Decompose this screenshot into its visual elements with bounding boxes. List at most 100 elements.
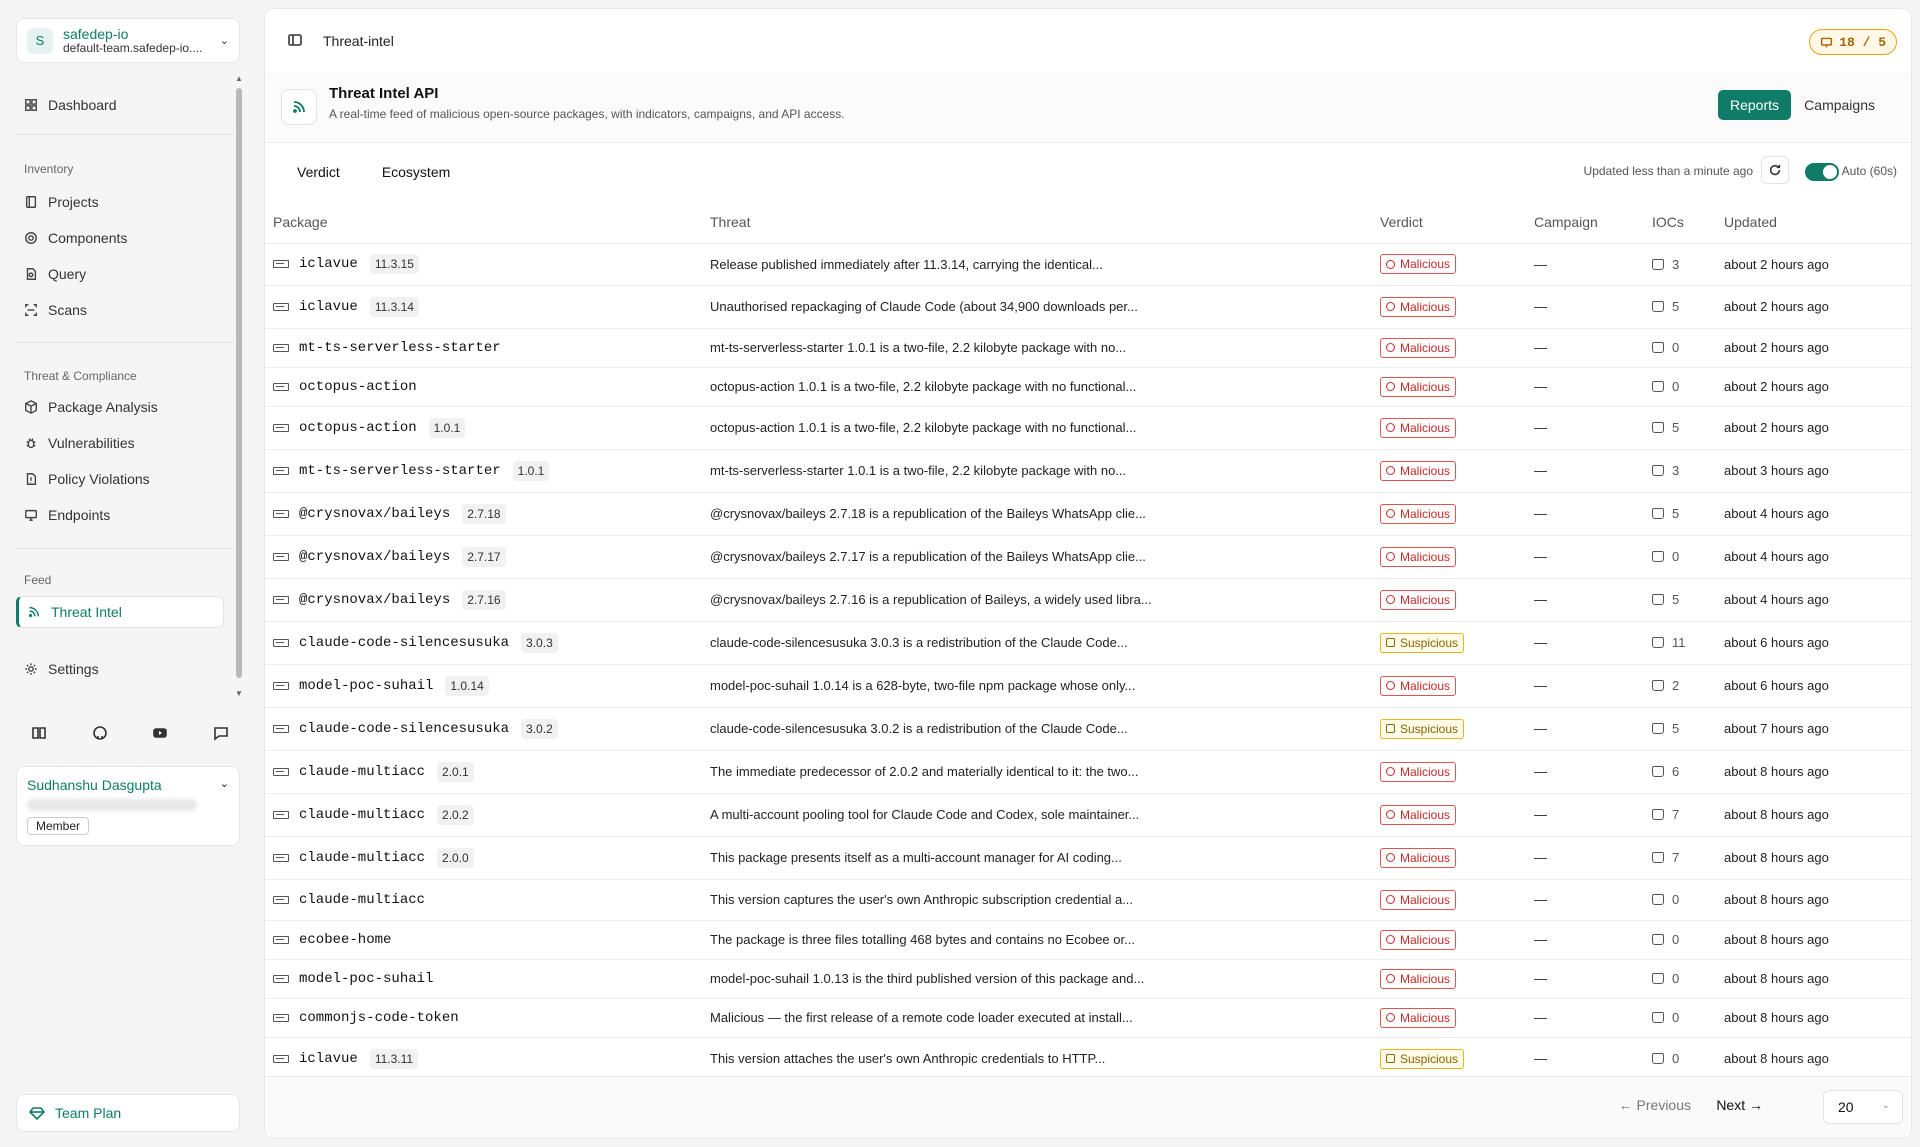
sidebar-item-settings[interactable]: Settings: [24, 654, 99, 684]
github-icon[interactable]: [91, 724, 109, 742]
table-row[interactable]: claude-multiacc 2.0.0 This package presen…: [265, 836, 1911, 880]
package-name[interactable]: claude-code-silencesusuka: [299, 721, 509, 737]
package-name[interactable]: model-poc-suhail: [299, 971, 433, 987]
package-name[interactable]: claude-multiacc: [299, 807, 425, 823]
auto-refresh-toggle[interactable]: [1805, 163, 1839, 181]
package-name[interactable]: octopus-action: [299, 379, 417, 395]
table-row[interactable]: mt-ts-serverless-starter 1.0.1 mt-ts-serv…: [265, 449, 1911, 493]
workspace-switcher[interactable]: S safedep-io default-team.safedep-io....…: [16, 18, 240, 63]
chat-icon[interactable]: [212, 724, 230, 742]
threat-cell: Release published immediately after 11.3…: [710, 243, 1380, 286]
package-name[interactable]: commonjs-code-token: [299, 1010, 459, 1026]
divider: [16, 134, 234, 135]
package-name[interactable]: iclavue: [299, 299, 358, 315]
package-icon: [273, 1054, 289, 1063]
scroll-up-icon[interactable]: ▲: [234, 74, 244, 83]
table-row[interactable]: @crysnovax/baileys 2.7.18 @crysnovax/bail…: [265, 492, 1911, 536]
package-name[interactable]: @crysnovax/baileys: [299, 506, 450, 522]
package-name[interactable]: claude-multiacc: [299, 764, 425, 780]
campaign-cell: —: [1534, 920, 1652, 960]
alert-icon: [1386, 466, 1395, 475]
threat-cell: The immediate predecessor of 2.0.2 and m…: [710, 750, 1380, 794]
role-badge: Member: [27, 817, 90, 835]
package-name[interactable]: octopus-action: [299, 420, 417, 436]
table-row[interactable]: iclavue 11.3.15 Release published immedia…: [265, 243, 1911, 286]
tab-campaigns[interactable]: Campaigns: [1796, 90, 1883, 120]
previous-button[interactable]: ← Previous: [1619, 1097, 1691, 1113]
topbar: Threat-intel 18 / 5: [265, 9, 1911, 73]
sidebar-item-vulnerabilities[interactable]: Vulnerabilities: [24, 428, 135, 458]
table-row[interactable]: claude-code-silencesusuka 3.0.2 claude-co…: [265, 707, 1911, 751]
table-row[interactable]: claude-multiacc 2.0.1 The immediate prede…: [265, 750, 1911, 794]
tab-reports[interactable]: Reports: [1717, 90, 1791, 120]
sidebar-item-scans[interactable]: Scans: [24, 295, 87, 325]
sidebar-item-endpoints[interactable]: Endpoints: [24, 500, 110, 530]
ioc-count: 7: [1672, 850, 1680, 865]
sidebar: S safedep-io default-team.safedep-io....…: [0, 0, 258, 1147]
sidebar-item-query[interactable]: Query: [24, 259, 86, 289]
column-header-verdict[interactable]: Verdict: [1380, 201, 1534, 244]
docs-icon[interactable]: [30, 724, 48, 742]
sidebar-item-components[interactable]: Components: [24, 223, 127, 253]
column-header-campaign[interactable]: Campaign: [1534, 201, 1652, 244]
page-size-select[interactable]: 20 ⌄: [1823, 1090, 1903, 1124]
table-row[interactable]: iclavue 11.3.14 Unauthorised repackaging …: [265, 285, 1911, 329]
table-row[interactable]: ecobee-home The package is three files t…: [265, 920, 1911, 960]
ioc-icon: [1652, 301, 1664, 312]
sidebar-item-package-analysis[interactable]: Package Analysis: [24, 392, 158, 422]
sidebar-scrollbar[interactable]: ▲ ▼: [234, 74, 244, 698]
sidebar-item-threat-intel[interactable]: Threat Intel: [16, 596, 224, 628]
table-row[interactable]: mt-ts-serverless-starter mt-ts-serverles…: [265, 328, 1911, 368]
verdict-label: Malicious: [1400, 340, 1451, 355]
table-header-row: Package Threat Verdict Campaign IOCs Upd…: [265, 201, 1911, 244]
ecosystem-filter[interactable]: Ecosystem: [382, 164, 450, 180]
package-name[interactable]: iclavue: [299, 256, 358, 272]
table-row[interactable]: commonjs-code-token Malicious — the firs…: [265, 998, 1911, 1038]
usage-badge[interactable]: 18 / 5: [1809, 29, 1897, 55]
package-name[interactable]: claude-code-silencesusuka: [299, 635, 509, 651]
table-row[interactable]: model-poc-suhail model-poc-suhail 1.0.13…: [265, 959, 1911, 999]
scrollbar-thumb[interactable]: [236, 88, 242, 678]
column-header-threat[interactable]: Threat: [710, 201, 1380, 244]
team-plan-button[interactable]: Team Plan: [16, 1094, 240, 1132]
package-name[interactable]: @crysnovax/baileys: [299, 549, 450, 565]
workspace-subtitle: default-team.safedep-io....: [63, 40, 203, 55]
column-header-updated[interactable]: Updated: [1724, 201, 1911, 244]
table-row[interactable]: model-poc-suhail 1.0.14 model-poc-suhail …: [265, 664, 1911, 708]
package-name[interactable]: model-poc-suhail: [299, 678, 433, 694]
package-name[interactable]: claude-multiacc: [299, 850, 425, 866]
package-name[interactable]: mt-ts-serverless-starter: [299, 340, 501, 356]
youtube-icon[interactable]: [151, 724, 169, 742]
package-name[interactable]: @crysnovax/baileys: [299, 592, 450, 608]
table-row[interactable]: octopus-action 1.0.1 octopus-action 1.0.1…: [265, 406, 1911, 450]
updated-cell: about 2 hours ago: [1724, 243, 1911, 286]
column-header-package[interactable]: Package: [265, 201, 710, 244]
sidebar-item-dashboard[interactable]: Dashboard: [24, 90, 117, 120]
sidebar-toggle-icon[interactable]: [287, 32, 303, 51]
next-button[interactable]: Next →: [1716, 1097, 1763, 1113]
user-card[interactable]: Sudhanshu Dasgupta ⌄ Member: [16, 766, 240, 846]
package-name[interactable]: iclavue: [299, 1051, 358, 1067]
package-name[interactable]: claude-multiacc: [299, 892, 425, 908]
column-header-iocs[interactable]: IOCs: [1652, 201, 1724, 244]
table-row[interactable]: @crysnovax/baileys 2.7.17 @crysnovax/bail…: [265, 535, 1911, 579]
table-row[interactable]: claude-code-silencesusuka 3.0.3 claude-co…: [265, 621, 1911, 665]
sidebar-item-policy-violations[interactable]: Policy Violations: [24, 464, 150, 494]
package-cell: model-poc-suhail 1.0.14: [265, 664, 710, 708]
updated-cell: about 8 hours ago: [1724, 836, 1911, 880]
scroll-down-icon[interactable]: ▼: [234, 689, 244, 698]
warning-icon: [1386, 1054, 1395, 1063]
ioc-count: 0: [1672, 549, 1680, 564]
table-row[interactable]: iclavue 11.3.11 This version attaches the…: [265, 1037, 1911, 1081]
table-row[interactable]: octopus-action octopus-action 1.0.1 is a…: [265, 367, 1911, 407]
verdict-filter[interactable]: Verdict: [297, 164, 340, 180]
table-row[interactable]: @crysnovax/baileys 2.7.16 @crysnovax/bail…: [265, 578, 1911, 622]
package-name[interactable]: ecobee-home: [299, 932, 391, 948]
verdict-cell: Malicious: [1380, 879, 1534, 921]
refresh-button[interactable]: [1761, 156, 1789, 184]
table-row[interactable]: claude-multiacc This version captures th…: [265, 879, 1911, 921]
package-name[interactable]: mt-ts-serverless-starter: [299, 463, 501, 479]
table-row[interactable]: claude-multiacc 2.0.2 A multi-account poo…: [265, 793, 1911, 837]
sidebar-item-projects[interactable]: Projects: [24, 187, 99, 217]
verdict-label: Malicious: [1400, 678, 1451, 693]
